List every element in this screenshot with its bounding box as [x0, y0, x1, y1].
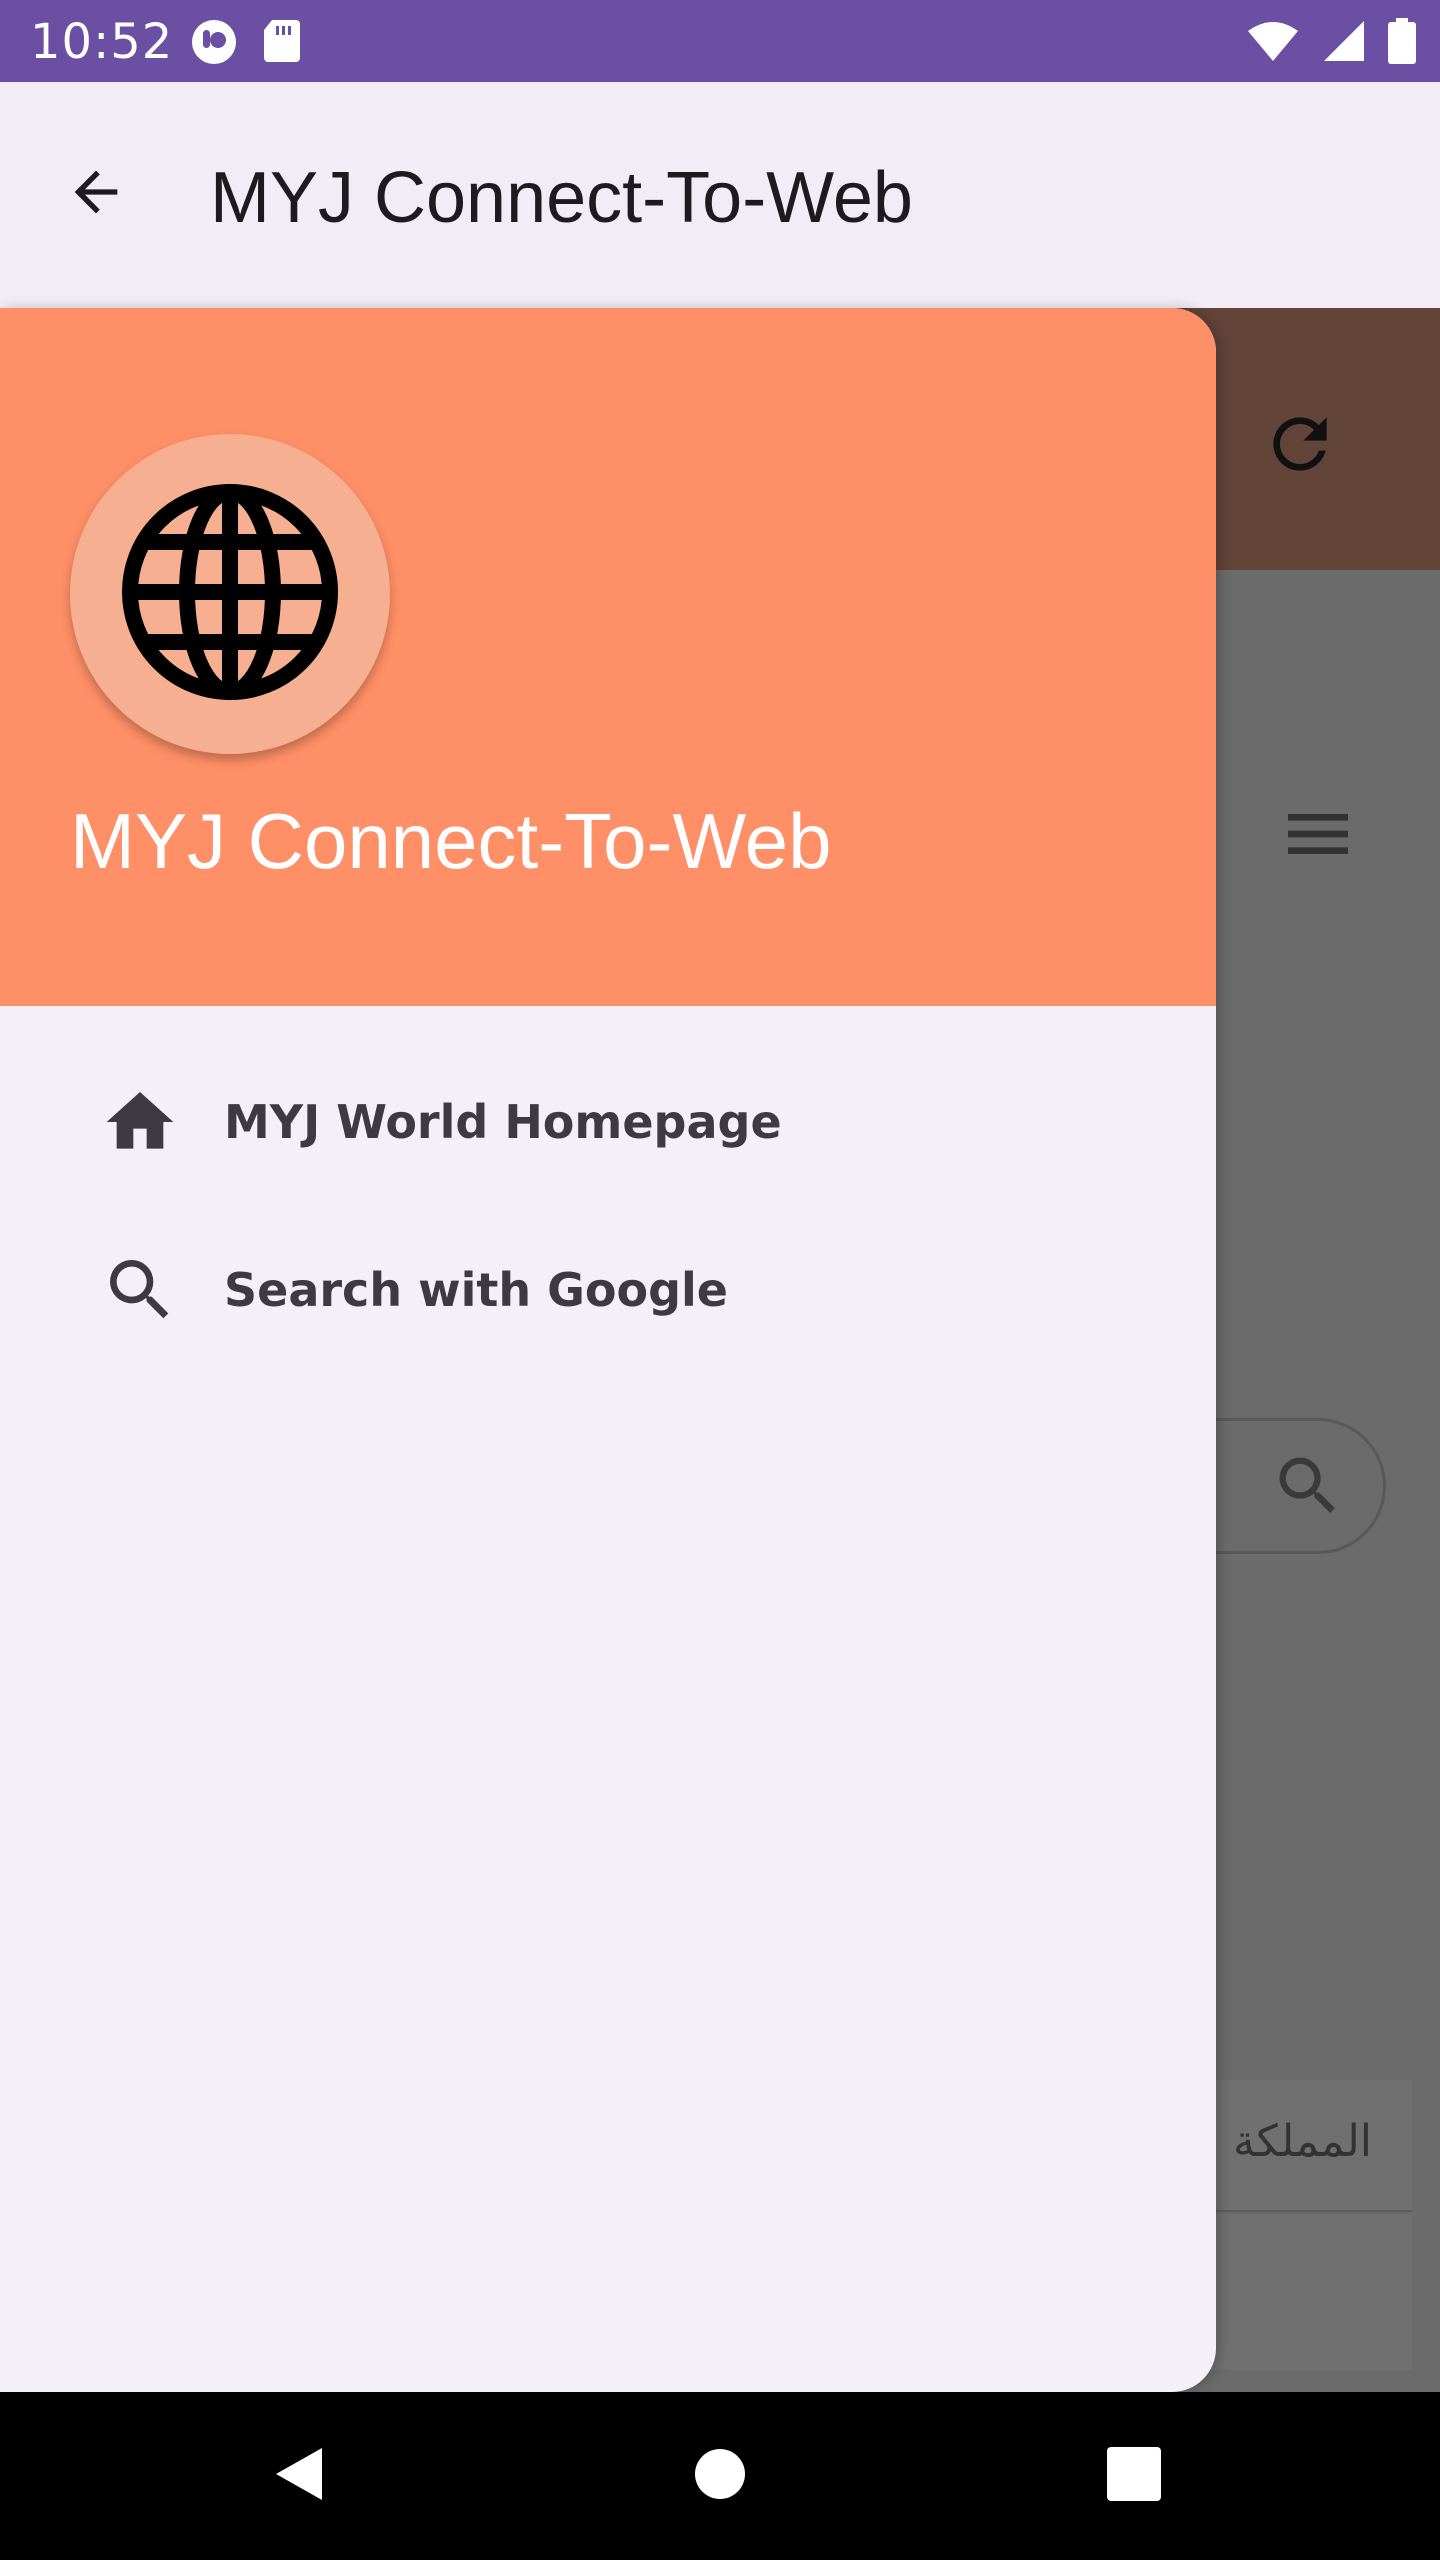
drawer-title: MYJ Connect-To-Web — [70, 797, 832, 885]
refresh-icon — [1260, 417, 1340, 488]
drawer-item-homepage[interactable]: MYJ World Homepage — [0, 1052, 1216, 1192]
drawer-item-search-google[interactable]: Search with Google — [0, 1220, 1216, 1360]
navigation-drawer: MYJ Connect-To-Web MYJ World Homepage Se… — [0, 308, 1216, 2392]
system-recents-button[interactable] — [1094, 2436, 1174, 2516]
notification-icon — [190, 18, 238, 71]
signal-icon — [1322, 19, 1366, 68]
back-triangle-icon — [270, 2444, 330, 2509]
arrow-back-icon — [64, 160, 128, 229]
hamburger-menu-button[interactable] — [1278, 794, 1358, 874]
drawer-item-label: Search with Google — [224, 1263, 728, 1317]
system-home-button[interactable] — [680, 2436, 760, 2516]
drawer-header: MYJ Connect-To-Web — [0, 308, 1216, 1006]
search-icon[interactable] — [1270, 1448, 1346, 1529]
search-icon — [100, 1250, 180, 1330]
system-back-button[interactable] — [260, 2436, 340, 2516]
app-title: MYJ Connect-To-Web — [210, 158, 913, 238]
hamburger-menu-icon — [1278, 814, 1358, 878]
arabic-text: المملكة ا — [1206, 2116, 1372, 2167]
recents-square-icon — [1107, 2446, 1161, 2506]
drawer-item-label: MYJ World Homepage — [224, 1095, 782, 1149]
home-icon — [100, 1082, 180, 1162]
status-time: 10:52 — [30, 14, 174, 70]
home-circle-icon — [692, 2446, 748, 2507]
app-bar: MYJ Connect-To-Web — [0, 82, 1440, 308]
battery-icon — [1388, 18, 1416, 69]
globe-icon — [110, 472, 350, 717]
system-nav-bar — [0, 2392, 1440, 2560]
wifi-icon — [1246, 19, 1300, 68]
drawer-avatar — [70, 434, 390, 754]
sd-card-icon — [262, 18, 302, 71]
status-bar: 10:52 — [0, 0, 1440, 82]
refresh-button[interactable] — [1260, 404, 1340, 484]
back-button[interactable] — [56, 154, 136, 234]
